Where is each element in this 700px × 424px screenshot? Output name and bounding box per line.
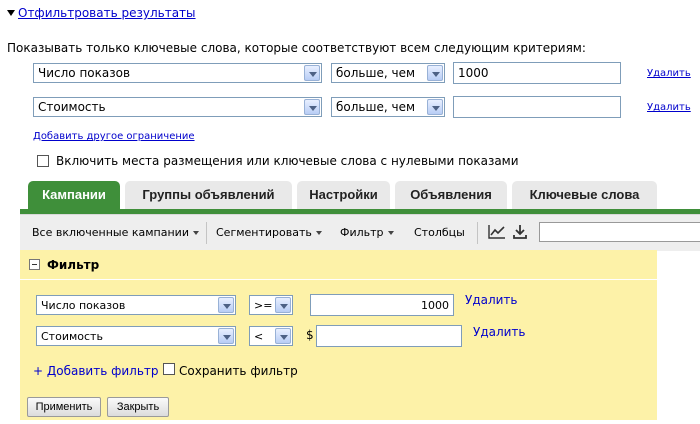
filter-metric-select-2[interactable]: Стоимость (36, 326, 236, 346)
toolbar: Все включенные кампании Сегментировать Ф… (20, 214, 700, 251)
caret-down-icon (192, 231, 199, 235)
segment-dropdown[interactable]: Сегментировать (216, 226, 322, 239)
expand-triangle-icon[interactable] (7, 10, 15, 16)
filter-dropdown-label: Фильтр (340, 226, 384, 239)
filter-remove-link-1[interactable]: Удалить (465, 293, 518, 307)
currency-prefix-2: $ (306, 328, 314, 342)
filter-value-input-1-text: 1000 (421, 299, 449, 312)
close-button[interactable]: Закрыть (107, 397, 169, 417)
search-input[interactable] (539, 222, 700, 242)
filter-remove-link-2[interactable]: Удалить (473, 325, 526, 339)
panel-divider (20, 279, 657, 280)
save-filter-checkbox[interactable] (163, 363, 175, 375)
chevron-down-icon (275, 297, 291, 313)
value-input-1-text: 1000 (458, 66, 489, 80)
segment-dropdown-label: Сегментировать (216, 226, 312, 239)
metric-select-1[interactable]: Число показов (33, 63, 322, 83)
divider (206, 222, 207, 244)
campaigns-dropdown-label: Все включенные кампании (32, 226, 189, 239)
include-zero-label: Включить места размещения или ключевые с… (56, 154, 519, 168)
chevron-down-icon (304, 99, 320, 115)
filter-operator-select-2[interactable]: < (249, 326, 293, 346)
campaigns-dropdown[interactable]: Все включенные кампании (32, 226, 199, 239)
filter-metric-select-1[interactable]: Число показов (36, 295, 236, 315)
chart-icon[interactable] (488, 224, 506, 243)
tab-ads[interactable]: Объявления (395, 181, 507, 209)
apply-button[interactable]: Применить (27, 397, 101, 417)
criteria-text: Показывать только ключевые слова, которы… (7, 41, 586, 55)
chevron-down-icon (427, 99, 443, 115)
save-filter-label: Сохранить фильтр (179, 364, 298, 378)
chevron-down-icon (218, 328, 234, 344)
filter-results-link[interactable]: Отфильтровать результаты (18, 6, 196, 20)
filter-operator-select-1[interactable]: >= (249, 295, 293, 315)
remove-link-1[interactable]: Удалить (647, 68, 691, 79)
metric-select-2[interactable]: Стоимость (33, 97, 322, 117)
add-filter-link[interactable]: + Добавить фильтр (33, 364, 159, 378)
tab-campaigns[interactable]: Кампании (28, 181, 120, 209)
filter-value-input-1[interactable]: 1000 (310, 294, 454, 316)
filter-operator-select-2-value: < (254, 330, 264, 343)
filter-operator-select-1-value: >= (254, 299, 273, 312)
operator-select-1-value: больше, чем (336, 66, 416, 80)
columns-button-label: Столбцы (414, 226, 465, 239)
metric-select-1-value: Число показов (38, 66, 131, 80)
chevron-down-icon (218, 297, 234, 313)
filter-metric-select-2-value: Стоимость (41, 330, 103, 343)
value-input-2[interactable] (453, 96, 621, 118)
filter-panel-title: Фильтр (47, 258, 100, 272)
filter-value-input-2[interactable] (316, 325, 462, 347)
tab-keywords[interactable]: Ключевые слова (512, 181, 657, 209)
tab-settings[interactable]: Настройки (297, 181, 390, 209)
chevron-down-icon (427, 65, 443, 81)
filter-metric-select-1-value: Число показов (41, 299, 126, 312)
chevron-down-icon (304, 65, 320, 81)
filter-dropdown[interactable]: Фильтр (340, 226, 394, 239)
operator-select-2[interactable]: больше, чем (331, 97, 445, 117)
caret-down-icon (315, 231, 322, 235)
metric-select-2-value: Стоимость (38, 100, 106, 114)
add-constraint-link[interactable]: Добавить другое ограничение (33, 131, 195, 142)
value-input-1[interactable]: 1000 (453, 62, 621, 84)
include-zero-checkbox[interactable] (37, 155, 49, 167)
tab-ad-groups[interactable]: Группы объявлений (125, 181, 292, 209)
download-icon[interactable] (512, 224, 528, 243)
remove-link-2[interactable]: Удалить (647, 102, 691, 113)
collapse-icon[interactable] (29, 259, 40, 270)
chevron-down-icon (275, 328, 291, 344)
divider (477, 222, 478, 244)
operator-select-2-value: больше, чем (336, 100, 416, 114)
caret-down-icon (387, 231, 394, 235)
columns-button[interactable]: Столбцы (414, 226, 465, 239)
operator-select-1[interactable]: больше, чем (331, 63, 445, 83)
